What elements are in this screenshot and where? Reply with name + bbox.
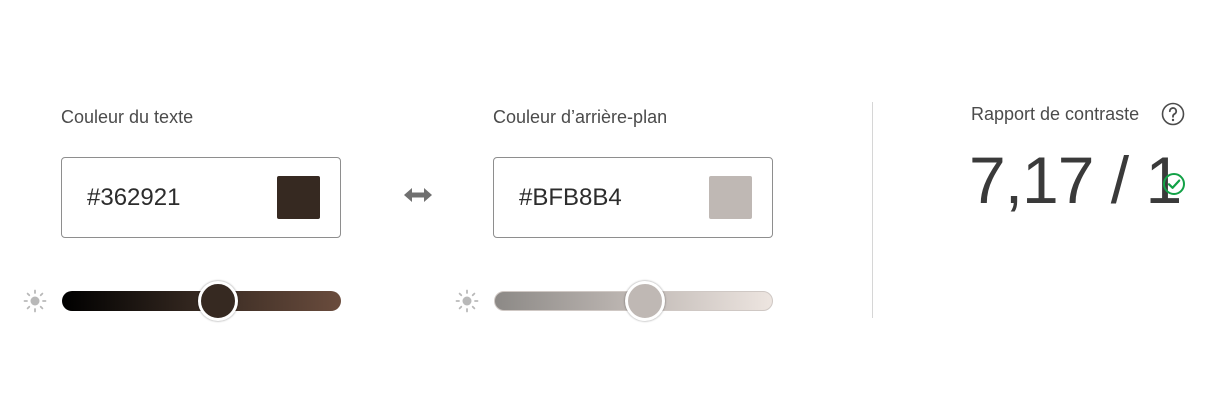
- text-color-label: Couleur du texte: [61, 107, 194, 127]
- text-color-swatch[interactable]: [277, 176, 320, 219]
- background-color-field[interactable]: [493, 157, 773, 238]
- contrast-ratio-label: Rapport de contraste: [971, 104, 1140, 124]
- help-circle-icon[interactable]: [1161, 102, 1185, 126]
- sun-icon: [455, 289, 479, 313]
- text-color-brightness-thumb[interactable]: [198, 281, 239, 321]
- background-color-hex-input[interactable]: [519, 184, 689, 212]
- contrast-ratio-value: 7,17 / 1: [969, 143, 1182, 217]
- check-circle-icon: [1163, 173, 1185, 195]
- section-divider: [872, 102, 873, 318]
- background-color-swatch[interactable]: [709, 176, 752, 219]
- text-color-field[interactable]: [61, 157, 341, 238]
- swap-horizontal-icon[interactable]: [403, 185, 433, 205]
- background-color-brightness-thumb[interactable]: [624, 281, 665, 321]
- text-color-hex-input[interactable]: [87, 184, 257, 212]
- background-color-label: Couleur d’arrière-plan: [493, 107, 668, 127]
- sun-icon: [23, 289, 47, 313]
